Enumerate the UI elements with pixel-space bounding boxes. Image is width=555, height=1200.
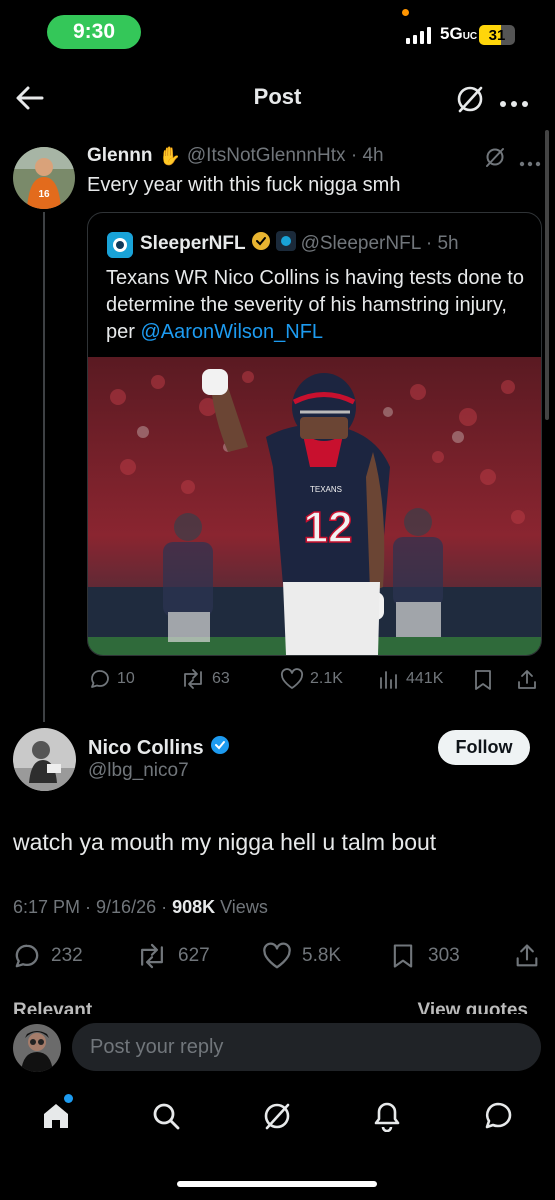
- bookmark-count: 303: [428, 945, 460, 966]
- home-indicator[interactable]: [177, 1181, 377, 1187]
- views-action[interactable]: 441K: [378, 668, 443, 690]
- battery-indicator: 31: [479, 25, 515, 45]
- privacy-indicator-dot: [402, 9, 409, 16]
- quoted-author-name[interactable]: SleeperNFL: [140, 233, 246, 255]
- views-icon: [380, 671, 397, 689]
- post-metadata: 6:17 PM · 9/16/26 · 908K Views: [13, 897, 268, 918]
- affiliate-logo-icon: [275, 231, 296, 257]
- reply-action[interactable]: 232: [13, 942, 83, 970]
- repost-icon: [141, 943, 163, 969]
- verified-badge-icon: [210, 735, 230, 761]
- grok-icon[interactable]: [484, 146, 506, 168]
- scrollbar[interactable]: [545, 130, 549, 420]
- post-views-label: Views: [215, 897, 268, 917]
- reply-count: 10: [117, 670, 135, 687]
- quoted-post-card[interactable]: SleeperNFL @SleeperNFL · 5h Texans WR Ni…: [87, 212, 542, 656]
- bookmark-icon: [393, 944, 413, 968]
- bookmark-action[interactable]: 303: [390, 942, 460, 970]
- home-unread-dot: [64, 1094, 73, 1103]
- messages-icon[interactable]: [482, 1100, 514, 1132]
- author-handle-time[interactable]: @ItsNotGlennnHtx · 4h: [187, 145, 384, 167]
- more-icon[interactable]: [499, 95, 529, 107]
- gold-verified-badge-icon: [251, 231, 271, 257]
- author-handle[interactable]: @lbg_nico7: [88, 760, 189, 782]
- svg-text:16: 16: [38, 189, 50, 200]
- follow-button[interactable]: Follow: [438, 730, 530, 765]
- rock-hand-emoji-icon: ✋: [158, 145, 181, 166]
- like-icon: [280, 668, 304, 689]
- repost-action[interactable]: 63: [180, 668, 230, 690]
- mention-link[interactable]: @AaronWilson_NFL: [140, 321, 323, 343]
- section-header-partial: Relevant View quotes: [13, 1000, 543, 1014]
- reply-action[interactable]: 10: [89, 668, 135, 690]
- share-icon[interactable]: [515, 668, 539, 692]
- thread-connector-line: [43, 212, 45, 722]
- repost-action[interactable]: 627: [136, 942, 210, 970]
- grok-icon[interactable]: [454, 83, 486, 115]
- view-quotes-label[interactable]: View quotes: [417, 1000, 528, 1014]
- like-icon: [263, 942, 291, 969]
- avatar[interactable]: [13, 1024, 61, 1072]
- author-name[interactable]: Nico Collins: [88, 737, 204, 760]
- grok-icon[interactable]: [261, 1100, 293, 1132]
- jersey-team: TEXANS: [310, 485, 342, 494]
- quoted-post-text: Texans WR Nico Collins is having tests d…: [106, 265, 526, 346]
- view-count: 441K: [406, 670, 444, 687]
- like-count: 2.1K: [310, 670, 343, 687]
- post-text: Every year with this fuck nigga smh: [87, 174, 401, 196]
- notifications-icon[interactable]: [372, 1100, 402, 1133]
- reply-input[interactable]: Post your reply: [72, 1023, 541, 1071]
- author-name[interactable]: Glennn: [87, 145, 152, 167]
- repost-count: 627: [178, 945, 210, 966]
- share-icon[interactable]: [513, 942, 541, 970]
- post-text: watch ya mouth my nigga hell u talm bout: [13, 829, 437, 855]
- signal-strength-icon: [406, 27, 431, 44]
- reply-count: 232: [51, 945, 83, 966]
- avatar[interactable]: 16: [13, 147, 75, 209]
- bookmark-icon[interactable]: [472, 668, 494, 692]
- avatar[interactable]: [13, 728, 76, 791]
- relevant-label[interactable]: Relevant: [13, 1000, 92, 1014]
- comment-icon: [91, 670, 109, 688]
- comment-icon: [15, 944, 39, 968]
- more-icon[interactable]: [519, 154, 541, 167]
- home-icon[interactable]: [41, 1101, 71, 1131]
- battery-level: 31: [488, 26, 506, 44]
- post-view-count: 908K: [172, 897, 216, 917]
- search-icon[interactable]: [151, 1101, 181, 1131]
- like-count: 5.8K: [302, 945, 342, 966]
- post-timestamp[interactable]: 6:17 PM · 9/16/26 ·: [13, 897, 172, 917]
- repost-count: 63: [212, 670, 230, 687]
- status-time: 9:30: [47, 15, 141, 49]
- repost-icon: [184, 669, 202, 689]
- like-action[interactable]: 5.8K: [262, 942, 341, 970]
- network-type: 5GUC: [440, 24, 478, 43]
- quoted-author-handle-time[interactable]: @SleeperNFL · 5h: [301, 233, 459, 255]
- like-action[interactable]: 2.1K: [280, 668, 343, 690]
- jersey-number: 12: [304, 503, 353, 552]
- post-photo[interactable]: 12 TEXANS: [88, 357, 541, 655]
- avatar[interactable]: [107, 232, 133, 258]
